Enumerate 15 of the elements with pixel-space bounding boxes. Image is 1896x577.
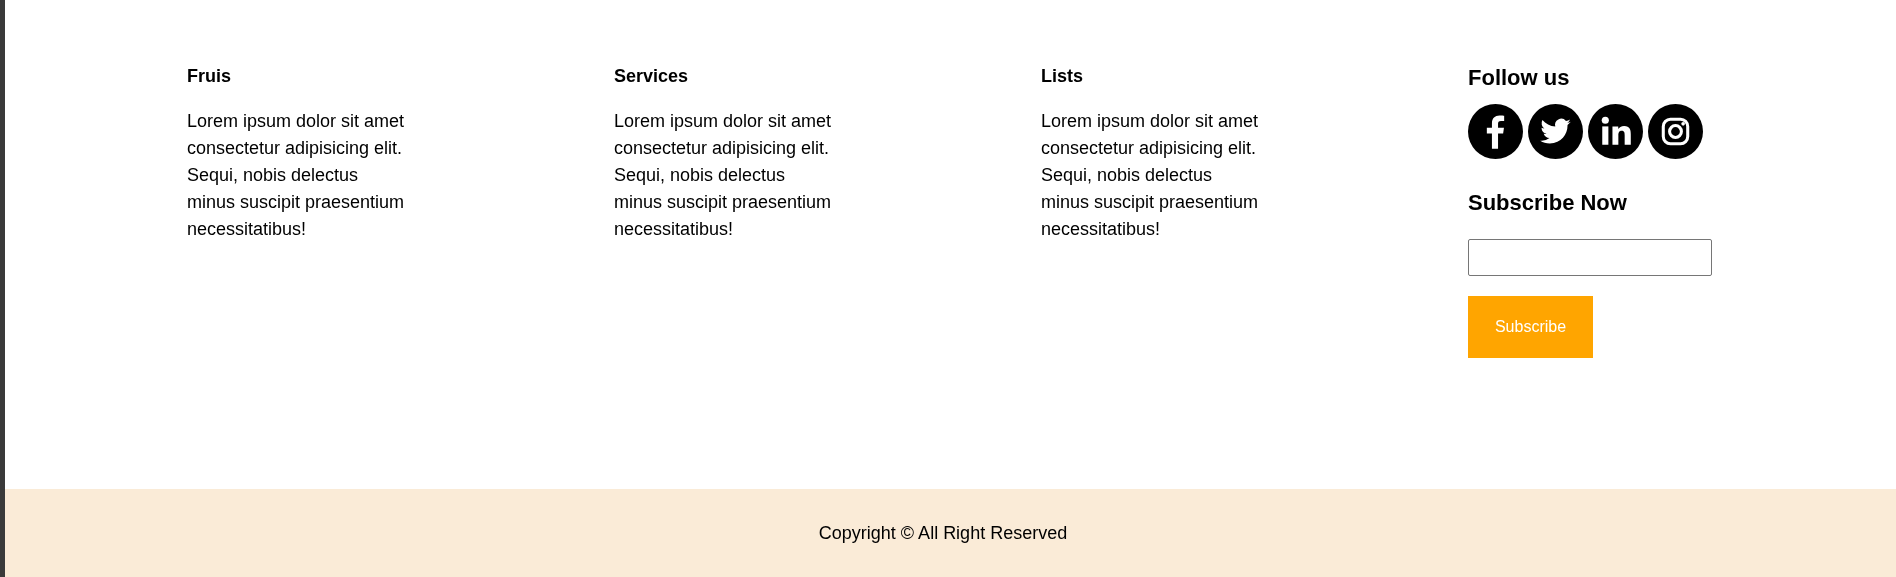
- linkedin-icon[interactable]: [1588, 104, 1643, 159]
- twitter-icon[interactable]: [1528, 104, 1583, 159]
- column-text: Lorem ipsum dolor sit amet consectetur adipisicing elit. Sequi, nobis delectus minus suscipit praesentium necessitatibus!: [187, 110, 406, 241]
- email-field[interactable]: [1468, 239, 1712, 276]
- column-heading: Lists: [1041, 65, 1084, 88]
- column-text: Lorem ipsum dolor sit amet consectetur adipisicing elit. Sequi, nobis delectus minus suscipit praesentium necessitatibus!: [614, 110, 833, 241]
- subscribe-button[interactable]: Subscribe: [1468, 296, 1593, 358]
- subscribe-heading: Subscribe Now: [1468, 189, 1628, 217]
- column-text: Lorem ipsum dolor sit amet consectetur adipisicing elit. Sequi, nobis delectus minus suscipit praesentium necessitatibus!: [1041, 110, 1260, 241]
- follow-heading: Follow us: [1468, 64, 1571, 92]
- column-heading: Fruis: [187, 65, 232, 88]
- copyright-text: Copyright © All Right Reserved: [818, 522, 1069, 544]
- instagram-icon[interactable]: [1648, 104, 1703, 159]
- facebook-icon[interactable]: [1468, 104, 1523, 159]
- column-heading: Services: [614, 65, 690, 88]
